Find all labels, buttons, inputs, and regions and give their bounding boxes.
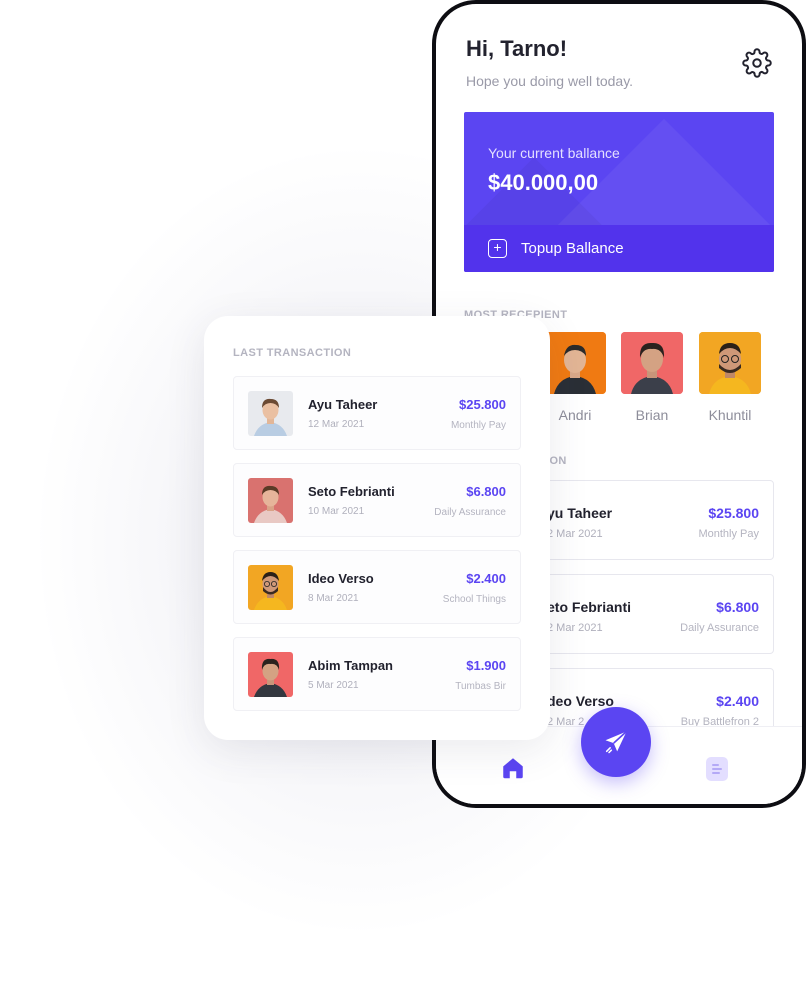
transaction-row[interactable]: Abim Tampan 5 Mar 2021 $1.900 Tumbas Bir <box>233 637 521 711</box>
tx-date: 10 Mar 2021 <box>308 506 365 517</box>
tx-date: 2 Mar 2021 <box>547 622 603 634</box>
tx-name: yu Taheer <box>547 505 613 521</box>
tx-amount: $6.800 <box>716 599 759 615</box>
avatar <box>544 332 606 394</box>
tx-category: Daily Assurance <box>680 622 759 634</box>
tx-category: Monthly Pay <box>698 528 759 540</box>
tx-date: 12 Mar 2021 <box>308 419 365 430</box>
recipient-andri[interactable]: Andri <box>544 332 606 423</box>
send-button[interactable] <box>581 707 651 777</box>
tx-name: Ayu Taheer <box>308 397 378 412</box>
recipient-name: Brian <box>635 407 669 423</box>
tx-category: School Things <box>442 594 506 605</box>
transaction-row[interactable]: Seto Febrianti 10 Mar 2021 $6.800 Daily … <box>233 463 521 537</box>
transaction-card[interactable]: yu Taheer 2 Mar 2021 $25.800 Monthly Pay <box>516 480 774 560</box>
topup-label: Topup Ballance <box>521 240 624 257</box>
recipient-khuntil[interactable]: Khuntil <box>699 332 761 423</box>
tx-name: Abim Tampan <box>308 658 393 673</box>
balance-amount: $40.000,00 <box>488 170 599 195</box>
gear-icon[interactable] <box>742 48 772 78</box>
home-icon[interactable] <box>500 755 526 781</box>
tx-amount: $2.400 <box>716 693 759 709</box>
avatar <box>621 332 683 394</box>
recipient-brian[interactable]: Brian <box>621 332 683 423</box>
plus-square-icon: + <box>488 239 507 258</box>
transaction-row[interactable]: Ideo Verso 8 Mar 2021 $2.400 School Thin… <box>233 550 521 624</box>
avatar <box>248 478 293 523</box>
avatar <box>699 332 761 394</box>
tx-category: Tumbas Bir <box>455 681 506 692</box>
tx-amount: $1.900 <box>466 658 506 673</box>
greeting-title: Hi, Tarno! <box>466 36 568 61</box>
tx-name: eto Febrianti <box>547 599 632 615</box>
balance-card: Your current ballance $40.000,00 + Topup… <box>464 112 774 272</box>
tx-name: Ideo Verso <box>308 571 374 586</box>
stage: Hi, Tarno! Hope you doing well today. Yo… <box>0 0 809 999</box>
tx-date: 5 Mar 2021 <box>308 680 359 691</box>
recipient-name: Andri <box>558 407 592 423</box>
transaction-row[interactable]: Ayu Taheer 12 Mar 2021 $25.800 Monthly P… <box>233 376 521 450</box>
send-icon <box>602 728 630 756</box>
tx-category: Monthly Pay <box>450 420 506 431</box>
tx-date: 8 Mar 2021 <box>308 593 359 604</box>
tx-name: deo Verso <box>547 693 614 709</box>
avatar <box>248 391 293 436</box>
tx-name: Seto Febrianti <box>308 484 395 499</box>
list-icon[interactable] <box>706 757 728 781</box>
tx-amount: $2.400 <box>466 571 506 586</box>
greeting-subtitle: Hope you doing well today. <box>466 73 634 89</box>
avatar <box>248 652 293 697</box>
tx-category: Daily Assurance <box>434 507 506 518</box>
balance-label: Your current ballance <box>488 145 620 161</box>
transaction-card[interactable]: eto Febrianti 2 Mar 2021 $6.800 Daily As… <box>516 574 774 654</box>
avatar <box>248 565 293 610</box>
last-transaction-label: LAST TRANSACTION <box>233 347 352 359</box>
tx-amount: $25.800 <box>459 397 506 412</box>
topup-button[interactable]: + Topup Ballance <box>464 225 774 272</box>
tx-date: 2 Mar 2021 <box>547 528 603 540</box>
tx-amount: $25.800 <box>708 505 759 521</box>
recipient-name: Khuntil <box>708 407 752 423</box>
last-transaction-card: LAST TRANSACTION Ayu Taheer 12 Mar 2021 … <box>204 316 550 740</box>
tx-amount: $6.800 <box>466 484 506 499</box>
